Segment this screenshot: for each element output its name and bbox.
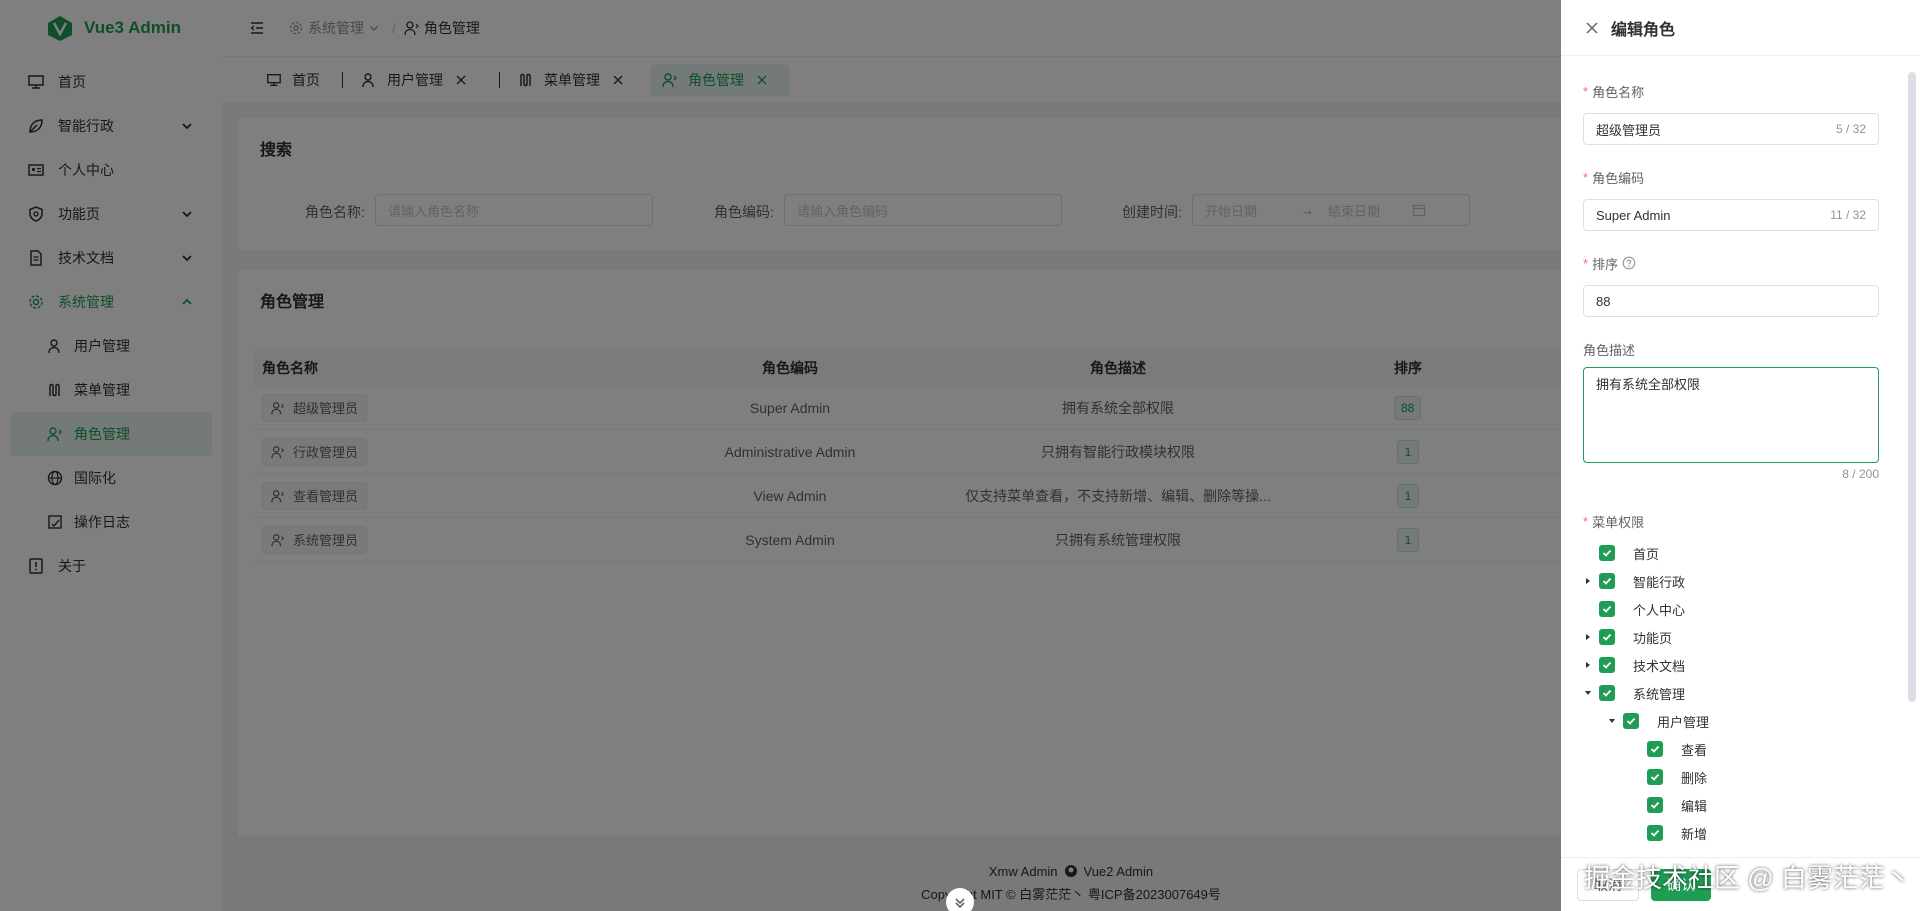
check-icon [1602, 605, 1612, 613]
question-icon[interactable] [1622, 256, 1636, 270]
tree-node[interactable]: 用户管理 [1607, 707, 1709, 735]
required-mark: * [1583, 83, 1589, 99]
check-icon [1650, 801, 1660, 809]
drawer-title: 编辑角色 [1611, 21, 1676, 39]
menu-perm-form-item: * 菜单权限 [1583, 511, 1879, 531]
form-label: 排序 [1592, 256, 1619, 272]
watermark: 掘金技术社区 @ 白雾茫茫丶 [1584, 863, 1911, 893]
desc-form-item: 角色描述 拥有系统全部权限 8 / 200 [1583, 339, 1879, 481]
tree-label: 用户管理 [1657, 714, 1710, 730]
required-mark: * [1583, 169, 1589, 185]
tree-label: 编辑 [1681, 798, 1708, 814]
tree-node[interactable]: 新增 [1631, 819, 1707, 847]
tree-label: 技术文档 [1633, 658, 1686, 674]
char-count: 5 / 32 [1835, 122, 1866, 136]
tree-label: 个人中心 [1633, 602, 1686, 618]
tree-node[interactable]: 查看 [1631, 735, 1707, 763]
required-mark: * [1583, 255, 1589, 271]
role-code-form-item: * 角色编码 Super Admin 11 / 32 [1583, 167, 1879, 231]
form-label: 角色编码 [1592, 170, 1645, 186]
char-count: 11 / 32 [1830, 208, 1866, 222]
tree-node[interactable]: 技术文档 [1583, 651, 1685, 679]
close-icon[interactable] [1585, 21, 1599, 35]
tree-label: 删除 [1681, 770, 1708, 786]
checkbox-checked[interactable] [1599, 629, 1615, 645]
form-label: 角色名称 [1592, 84, 1645, 100]
check-icon [1626, 717, 1636, 725]
scroll-down-button[interactable] [946, 888, 974, 911]
checkbox-checked[interactable] [1599, 685, 1615, 701]
input-value: 超级管理员 [1596, 122, 1662, 138]
input-value: Super Admin [1596, 207, 1671, 223]
role-name-input[interactable]: 超级管理员 5 / 32 [1583, 113, 1879, 145]
caret-right-icon[interactable] [1583, 632, 1593, 642]
tree-label: 智能行政 [1633, 574, 1686, 590]
sort-input[interactable]: 88 [1583, 285, 1879, 317]
checkbox-checked[interactable] [1599, 545, 1615, 561]
tree-label: 新增 [1681, 826, 1708, 842]
tree-node[interactable]: 删除 [1631, 763, 1707, 791]
desc-textarea[interactable]: 拥有系统全部权限 [1583, 367, 1879, 463]
check-icon [1602, 633, 1612, 641]
sort-form-item: * 排序 88 [1583, 253, 1879, 317]
caret-right-icon[interactable] [1583, 660, 1593, 670]
form-label: 角色描述 [1583, 342, 1636, 358]
check-icon [1602, 689, 1612, 697]
tree-node[interactable]: 首页 [1583, 539, 1659, 567]
checkbox-checked[interactable] [1647, 769, 1663, 785]
form-label: 菜单权限 [1592, 514, 1645, 530]
tree-node[interactable]: 编辑 [1631, 791, 1707, 819]
char-count: 8 / 200 [1842, 467, 1879, 481]
tree-label: 功能页 [1633, 630, 1673, 646]
role-code-input[interactable]: Super Admin 11 / 32 [1583, 199, 1879, 231]
tree-label: 查看 [1681, 742, 1708, 758]
checkbox-checked[interactable] [1599, 573, 1615, 589]
input-value: 88 [1596, 293, 1611, 309]
checkbox-checked[interactable] [1647, 825, 1663, 841]
tree-label: 首页 [1633, 546, 1660, 562]
required-mark: * [1583, 513, 1589, 529]
tree-node[interactable]: 功能页 [1583, 623, 1672, 651]
check-icon [1650, 829, 1660, 837]
check-icon [1602, 549, 1612, 557]
checkbox-checked[interactable] [1599, 657, 1615, 673]
chevron-down-icon [955, 898, 965, 909]
check-icon [1602, 661, 1612, 669]
tree-node[interactable]: 个人中心 [1583, 595, 1685, 623]
caret-right-icon[interactable] [1583, 576, 1593, 586]
check-icon [1602, 577, 1612, 585]
caret-down-icon[interactable] [1607, 716, 1617, 726]
check-icon [1650, 773, 1660, 781]
role-name-form-item: * 角色名称 超级管理员 5 / 32 [1583, 81, 1879, 145]
tree-node[interactable]: 系统管理 [1583, 679, 1685, 707]
caret-down-icon[interactable] [1583, 688, 1593, 698]
tree-node[interactable]: 智能行政 [1583, 567, 1685, 595]
edit-role-drawer: 编辑角色 * 角色名称 超级管理员 5 / 32 * 角色编码 Super Admin… [1561, 0, 1920, 911]
check-icon [1650, 745, 1660, 753]
checkbox-checked[interactable] [1647, 741, 1663, 757]
checkbox-checked[interactable] [1599, 601, 1615, 617]
checkbox-checked[interactable] [1647, 797, 1663, 813]
drawer-scrollbar[interactable] [1908, 72, 1916, 702]
checkbox-checked[interactable] [1623, 713, 1639, 729]
tree-label: 系统管理 [1633, 686, 1686, 702]
